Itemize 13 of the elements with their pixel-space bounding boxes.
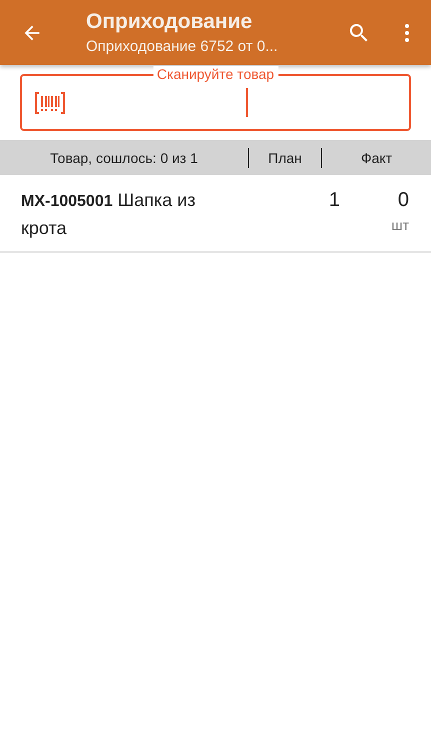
- fact-quantity: 0: [398, 188, 409, 213]
- column-header: План: [267, 150, 303, 166]
- barcode-icon: [35, 92, 65, 114]
- table-row[interactable]: MX-1005001 Шапка из крота 1 0 шт: [0, 175, 431, 253]
- field-label: Сканируйте товар: [152, 66, 278, 82]
- screen-title: Оприходование: [86, 10, 254, 34]
- column-header: Товар, сошлось: 0 из 1: [49, 150, 199, 166]
- text-cursor: [246, 88, 248, 117]
- screen-subtitle: Оприходование 6752 от 0...: [86, 38, 279, 55]
- plan-quantity: 1: [328, 188, 340, 213]
- product-name: MX-1005001 Шапка из крота: [21, 189, 196, 240]
- column-header: Факт: [360, 150, 394, 166]
- unit-label: шт: [391, 217, 409, 233]
